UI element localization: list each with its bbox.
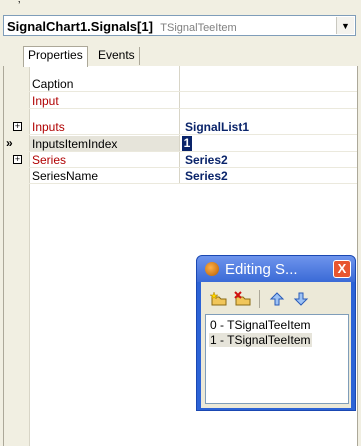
object-type: TSignalTeeItem <box>160 22 237 34</box>
editor-toolbar <box>201 286 351 312</box>
property-row-input[interactable]: Input <box>4 93 357 109</box>
expand-plus-icon[interactable]: + <box>13 155 22 164</box>
property-row-caption[interactable]: Caption <box>4 76 357 92</box>
delete-item-icon[interactable] <box>233 289 253 309</box>
object-selector[interactable]: SignalChart1.Signals[1] TSignalTeeItem ▼ <box>3 15 356 36</box>
app-icon <box>205 262 219 276</box>
current-row-arrow-icon: » <box>6 136 13 150</box>
collection-editor-window[interactable]: Editing S... X 0 - TSignalTeeItem 1 - TS… <box>196 255 356 411</box>
property-row-series[interactable]: + Series Series2 <box>4 152 357 168</box>
window-body: 0 - TSignalTeeItem 1 - TSignalTeeItem <box>201 282 351 408</box>
dropdown-arrow-icon[interactable]: ▼ <box>336 17 354 34</box>
property-value[interactable]: Series2 <box>185 169 228 183</box>
item-list[interactable]: 0 - TSignalTeeItem 1 - TSignalTeeItem <box>205 314 349 404</box>
property-name: SeriesName <box>32 169 99 183</box>
expand-plus-icon[interactable]: + <box>13 122 22 131</box>
window-title-bar[interactable]: Editing S... X <box>197 256 355 282</box>
property-name: InputsItemIndex <box>32 137 118 151</box>
property-name: Inputs <box>32 120 65 134</box>
property-name: Caption <box>32 77 74 91</box>
list-item[interactable]: 0 - TSignalTeeItem <box>209 318 312 332</box>
object-name: SignalChart1.Signals[1] <box>7 19 153 34</box>
inspector-tabs: Properties Events <box>3 44 356 67</box>
move-up-icon[interactable] <box>267 289 287 309</box>
property-value[interactable]: SignalList1 <box>185 120 249 134</box>
property-row-inputsitemindex[interactable]: » InputsItemIndex 1 <box>4 136 357 152</box>
move-down-icon[interactable] <box>291 289 311 309</box>
list-item[interactable]: 1 - TSignalTeeItem <box>209 333 312 347</box>
property-name: Input <box>32 94 59 108</box>
property-value-editor[interactable]: 1 <box>182 136 192 151</box>
close-button[interactable]: X <box>333 260 351 278</box>
property-value[interactable]: Series2 <box>185 153 228 167</box>
property-name: Series <box>32 153 67 167</box>
add-item-icon[interactable] <box>209 289 229 309</box>
property-row-inputs[interactable]: + Inputs SignalList1 <box>4 119 357 135</box>
text-cursor-icon: ʼ <box>18 0 21 12</box>
property-row-seriesname[interactable]: SeriesName Series2 <box>4 168 357 184</box>
window-title: Editing S... <box>225 261 298 278</box>
tab-events[interactable]: Events <box>94 47 140 65</box>
tab-properties[interactable]: Properties <box>23 46 88 67</box>
